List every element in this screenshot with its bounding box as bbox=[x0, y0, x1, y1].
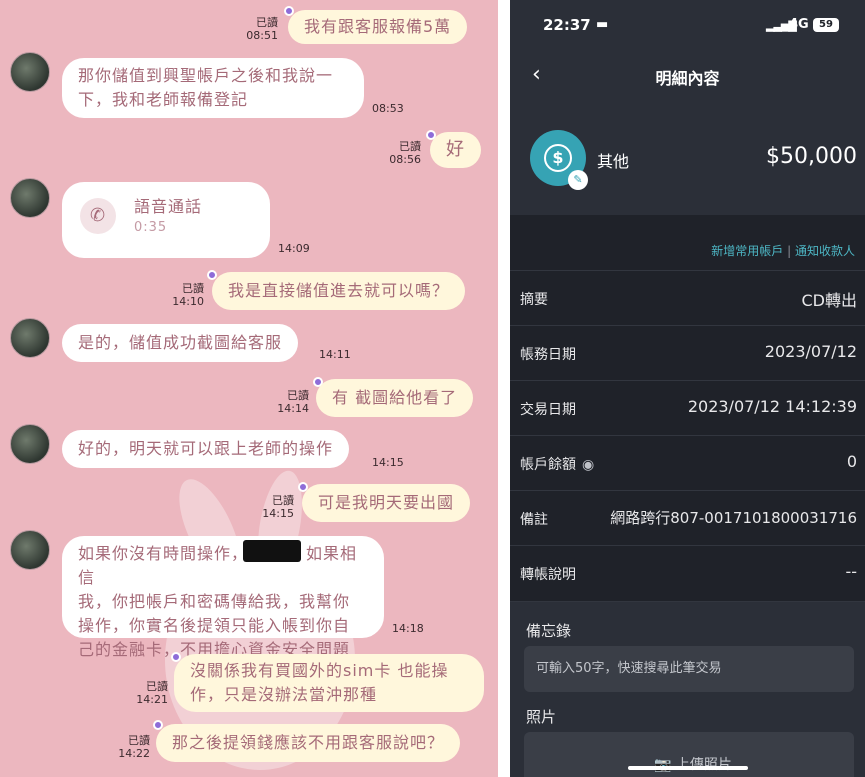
notify-payee-link[interactable]: 通知收款人 bbox=[795, 244, 855, 258]
status-bar: 22:37 ▬ ▂▃▅▇ 4G 59 bbox=[510, 0, 865, 52]
row-label: 摘要 bbox=[520, 292, 548, 308]
row-label: 備註 bbox=[520, 512, 548, 528]
read-receipt: 已讀 14:22 bbox=[118, 734, 150, 760]
edit-icon[interactable]: ✎ bbox=[568, 170, 588, 190]
message-bubble-in[interactable]: 那你儲值到興聖帳戶之後和我說一 下，我和老師報備登記 bbox=[62, 58, 364, 118]
memo-section: 備忘錄 可輸入50字，快速搜尋此筆交易 照片 📷 上傳照片 bbox=[510, 602, 865, 777]
contact-avatar[interactable] bbox=[10, 530, 50, 570]
amount: $50,000 bbox=[766, 144, 857, 169]
read-receipt: 已讀 08:56 bbox=[389, 140, 421, 166]
message-bubble-out[interactable]: 可是我明天要出國 bbox=[302, 484, 471, 522]
detail-row-transfer-note: 轉帳說明 -- bbox=[510, 545, 865, 602]
read-receipt: 已讀 14:14 bbox=[277, 389, 309, 415]
add-account-link[interactable]: 新增常用帳戶 bbox=[711, 244, 783, 258]
memo-input[interactable]: 可輸入50字，快速搜尋此筆交易 bbox=[524, 646, 854, 692]
account-card: $ ✎ 其他 $50,000 bbox=[510, 100, 865, 215]
network-label: 4G bbox=[789, 17, 809, 32]
message-bubble-in[interactable]: 好的，明天就可以跟上老師的操作 bbox=[62, 430, 350, 468]
detail-row-posting-date: 帳務日期 2023/07/12 bbox=[510, 325, 865, 380]
row-value: 2023/07/12 bbox=[764, 342, 857, 361]
photo-title: 照片 bbox=[526, 708, 557, 726]
detail-row-summary: 摘要 CD轉出 bbox=[510, 270, 865, 325]
contact-avatar[interactable] bbox=[10, 318, 50, 358]
detail-row-note: 備註 網路跨行807-0017101800031716 bbox=[510, 490, 865, 545]
row-value: 2023/07/12 14:12:39 bbox=[687, 397, 857, 416]
row-label: 帳務日期 bbox=[520, 347, 576, 363]
message-bubble-in[interactable]: 如果你沒有時間操作， 如果相信 我，你把帳戶和密碼傳給我，我幫你 操作，你實名後提… bbox=[62, 536, 384, 659]
header: ‹ 明細內容 bbox=[510, 52, 865, 100]
message-time: 14:15 bbox=[372, 456, 404, 469]
row-label: 交易日期 bbox=[520, 402, 576, 418]
row-value: 網路跨行807-0017101800031716 bbox=[610, 509, 857, 527]
upload-photo-label[interactable]: 📷 上傳照片 bbox=[654, 754, 732, 774]
contact-avatar[interactable] bbox=[10, 52, 50, 92]
bed-icon: ▬ bbox=[596, 17, 609, 32]
home-indicator[interactable] bbox=[628, 766, 748, 770]
memo-title: 備忘錄 bbox=[526, 622, 572, 640]
photo-upload-box[interactable]: 📷 上傳照片 bbox=[524, 732, 854, 777]
status-time: 22:37 bbox=[543, 16, 591, 34]
message-bubble-out[interactable]: 我有跟客服報備5萬 bbox=[288, 10, 468, 44]
row-value: CD轉出 bbox=[801, 291, 858, 310]
bank-app-panel: 22:37 ▬ ▂▃▅▇ 4G 59 ‹ 明細內容 $ ✎ 其他 $50,000… bbox=[510, 0, 865, 777]
contact-avatar[interactable] bbox=[10, 178, 50, 218]
detail-row-balance: 帳戶餘額 ◉ 0 bbox=[510, 435, 865, 490]
read-receipt: 已讀 14:21 bbox=[136, 680, 168, 706]
message-time: 14:11 bbox=[319, 348, 351, 361]
call-duration: 0:35 bbox=[134, 220, 168, 235]
call-title: 語音通話 bbox=[134, 197, 203, 216]
row-label: 帳戶餘額 ◉ bbox=[520, 457, 595, 473]
divider bbox=[498, 0, 510, 777]
message-bubble-in[interactable]: 是的，儲值成功截圖給客服 bbox=[62, 324, 299, 362]
read-receipt: 已讀 14:10 bbox=[172, 282, 204, 308]
row-label: 轉帳說明 bbox=[520, 567, 576, 583]
link-separator: | bbox=[783, 244, 795, 258]
message-bubble-out[interactable]: 我是直接儲值進去就可以嗎？ bbox=[212, 272, 466, 310]
page-title: 明細內容 bbox=[655, 69, 720, 88]
message-bubble-out[interactable]: 那之後提領錢應該不用跟客服說吧？ bbox=[156, 724, 461, 762]
row-value: 0 bbox=[846, 452, 857, 471]
screenshot: 已讀 08:51 我有跟客服報備5萬 那你儲值到興聖帳戶之後和我說一 下，我和老師報… bbox=[0, 0, 865, 777]
detail-row-transaction-date: 交易日期 2023/07/12 14:12:39 bbox=[510, 380, 865, 435]
message-bubble-out[interactable]: 好 bbox=[430, 132, 481, 168]
chat-panel: 已讀 08:51 我有跟客服報備5萬 那你儲值到興聖帳戶之後和我說一 下，我和老師報… bbox=[0, 0, 498, 777]
battery-icon: 59 bbox=[813, 18, 839, 32]
contact-avatar[interactable] bbox=[10, 424, 50, 464]
read-receipt: 已讀 08:51 bbox=[246, 16, 278, 42]
phone-icon: ✆ bbox=[80, 198, 116, 234]
account-name: 其他 bbox=[597, 152, 630, 171]
message-bubble-out[interactable]: 沒關係我有買國外的sim卡 也能操 作，只是沒辦法當沖那種 bbox=[174, 654, 484, 712]
eye-icon[interactable]: ◉ bbox=[582, 457, 594, 473]
message-time: 14:09 bbox=[278, 242, 310, 255]
message-time: 14:18 bbox=[392, 622, 424, 635]
message-time: 08:53 bbox=[372, 102, 404, 115]
read-receipt: 已讀 14:15 bbox=[262, 494, 294, 520]
voice-call-bubble[interactable]: ✆ 語音通話 0:35 bbox=[62, 182, 270, 258]
quick-links: 新增常用帳戶 | 通知收款人 bbox=[711, 242, 855, 259]
redaction-block bbox=[243, 540, 301, 562]
row-value: -- bbox=[845, 562, 857, 581]
message-bubble-out[interactable]: 有 截圖給他看了 bbox=[316, 379, 474, 417]
